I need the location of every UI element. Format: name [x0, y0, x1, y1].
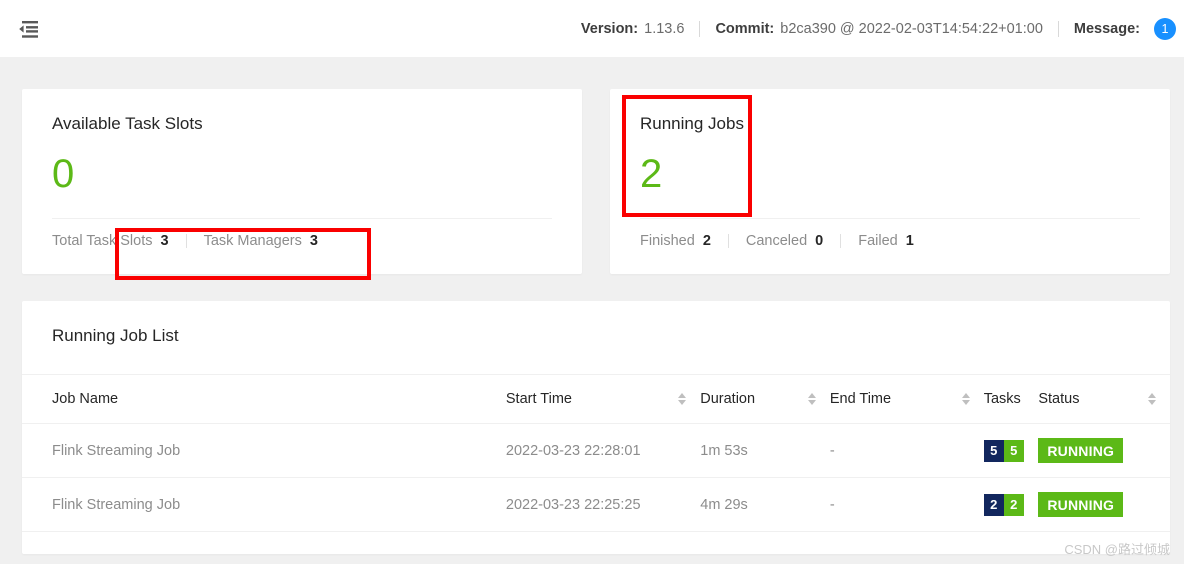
menu-fold-icon: [19, 20, 38, 38]
running-jobs-title: Running Jobs: [640, 114, 744, 133]
header-divider-2: [1057, 20, 1059, 37]
sort-icon-end-time[interactable]: [961, 393, 970, 405]
available-task-slots-card[interactable]: Available Task Slots 0 Total Task Slots …: [22, 89, 582, 274]
task-managers-value: 3: [309, 233, 318, 249]
column-header-tasks[interactable]: Tasks: [983, 375, 1039, 424]
finished-label: Finished: [640, 233, 695, 249]
failed-label: Failed: [858, 233, 898, 249]
sort-icon-duration[interactable]: [807, 393, 816, 405]
column-header-status[interactable]: Status: [1038, 375, 1170, 424]
footer-divider: [185, 234, 187, 248]
menu-fold-button[interactable]: [0, 0, 56, 57]
total-task-slots-label: Total Task Slots: [52, 233, 153, 249]
footer-divider: [727, 234, 729, 248]
running-jobs-table: Job Name Start Time Duration End Time Ta…: [22, 375, 1170, 532]
running-job-list-title: Running Job List: [52, 326, 179, 345]
cell-start-time: 2022-03-23 22:25:25: [505, 477, 701, 532]
column-label-duration: Duration: [700, 391, 756, 407]
column-label-end-time: End Time: [829, 391, 892, 407]
header-meta: Version: 1.13.6 Commit: b2ca390 @ 2022-0…: [580, 17, 1184, 40]
total-task-slots-stat: Total Task Slots 3: [52, 233, 169, 249]
commit-value: b2ca390 @ 2022-02-03T14:54:22+01:00: [780, 20, 1043, 37]
table-row[interactable]: Flink Streaming Job 2022-03-23 22:28:01 …: [22, 423, 1170, 478]
column-header-end-time[interactable]: End Time: [829, 375, 984, 424]
column-label-job-name: Job Name: [52, 391, 119, 407]
running-job-list-card: Running Job List Job Name Start Time Dur…: [22, 301, 1170, 554]
tasks-badge-group: 5 5: [983, 439, 1024, 462]
top-header-bar: Version: 1.13.6 Commit: b2ca390 @ 2022-0…: [0, 0, 1184, 57]
running-jobs-value: 2: [640, 152, 663, 196]
cell-end-time: -: [829, 477, 984, 532]
failed-jobs-stat: Failed 1: [858, 233, 914, 249]
total-task-slots-value: 3: [160, 233, 169, 249]
task-managers-label: Task Managers: [203, 233, 302, 249]
column-header-job-name[interactable]: Job Name: [22, 375, 506, 424]
running-jobs-card[interactable]: Running Jobs 2 Finished 2 Canceled 0 Fai…: [610, 89, 1170, 274]
finished-jobs-stat: Finished 2: [640, 233, 711, 249]
available-task-slots-title: Available Task Slots: [52, 114, 203, 133]
column-label-tasks: Tasks: [983, 391, 1021, 407]
table-header: Job Name Start Time Duration End Time Ta…: [22, 375, 1170, 424]
column-label-start-time: Start Time: [505, 391, 572, 407]
footer-divider: [840, 234, 842, 248]
version-label: Version:: [580, 20, 639, 37]
version-value: 1.13.6: [644, 20, 685, 37]
column-header-start-time[interactable]: Start Time: [505, 375, 701, 424]
message-count-badge[interactable]: 1: [1154, 17, 1176, 40]
column-label-status: Status: [1038, 391, 1080, 407]
running-jobs-footer: Finished 2 Canceled 0 Failed 1: [610, 219, 1170, 249]
cell-duration: 1m 53s: [700, 423, 830, 478]
cell-job-name[interactable]: Flink Streaming Job: [22, 477, 506, 532]
canceled-value: 0: [815, 233, 824, 249]
sort-icon-status[interactable]: [1148, 393, 1156, 405]
stat-cards-row: Available Task Slots 0 Total Task Slots …: [0, 57, 1184, 274]
status-badge: RUNNING: [1038, 438, 1124, 463]
cell-end-time: -: [829, 423, 984, 478]
cell-status: RUNNING: [1038, 477, 1170, 532]
table-row[interactable]: Flink Streaming Job 2022-03-23 22:25:25 …: [22, 477, 1170, 532]
commit-label: Commit:: [715, 20, 775, 37]
status-badge: RUNNING: [1038, 492, 1124, 517]
cell-start-time: 2022-03-23 22:28:01: [505, 423, 701, 478]
table-body: Flink Streaming Job 2022-03-23 22:28:01 …: [22, 423, 1170, 532]
cell-job-name[interactable]: Flink Streaming Job: [22, 423, 506, 478]
tasks-badge-group: 2 2: [983, 493, 1024, 516]
cell-tasks: 5 5: [983, 423, 1039, 478]
sort-icon-start-time[interactable]: [678, 393, 687, 405]
canceled-label: Canceled: [745, 233, 808, 249]
task-managers-stat: Task Managers 3: [204, 233, 318, 249]
task-badge-running: 5: [1003, 439, 1024, 462]
canceled-jobs-stat: Canceled 0: [746, 233, 823, 249]
cell-status: RUNNING: [1038, 423, 1170, 478]
message-label: Message:: [1073, 20, 1140, 37]
failed-value: 1: [905, 233, 914, 249]
task-badge-scheduled: 2: [983, 493, 1004, 516]
finished-value: 2: [702, 233, 711, 249]
table-header-row: Job Name Start Time Duration End Time Ta…: [22, 375, 1170, 424]
cell-duration: 4m 29s: [700, 477, 830, 532]
task-badge-running: 2: [1003, 493, 1024, 516]
available-task-slots-footer: Total Task Slots 3 Task Managers 3: [22, 219, 582, 249]
watermark-text: CSDN @路过倾城: [1064, 542, 1170, 557]
available-task-slots-value: 0: [52, 152, 75, 196]
column-header-duration[interactable]: Duration: [700, 375, 830, 424]
task-badge-scheduled: 5: [983, 439, 1004, 462]
cell-tasks: 2 2: [983, 477, 1039, 532]
header-divider-1: [699, 20, 701, 37]
